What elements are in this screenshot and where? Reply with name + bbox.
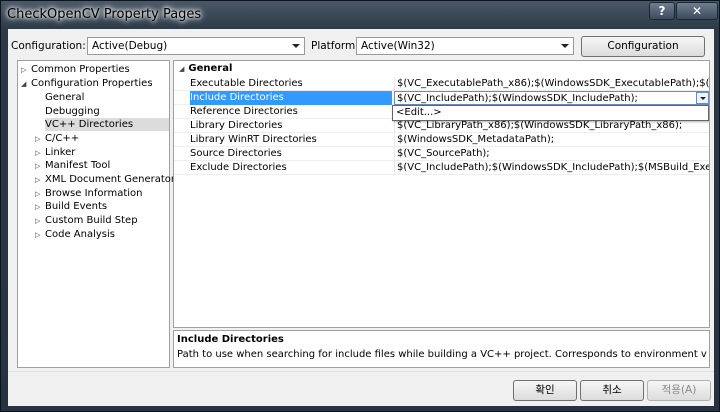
close-button[interactable]: ✕ xyxy=(676,2,718,20)
dialog-window: CheckOpenCV Property Pages ? ✕ Configura… xyxy=(0,0,720,412)
cancel-button[interactable]: 취소 xyxy=(580,380,644,401)
property-row[interactable]: Source Directories $(VC_SourcePath); xyxy=(174,147,709,161)
property-row[interactable]: Library Directories $(VC_LibraryPath_x86… xyxy=(174,119,709,133)
platform-label: Platform: xyxy=(311,40,359,52)
tree-item-vc-directories[interactable]: VC++ Directories xyxy=(45,118,169,131)
expand-icon[interactable]: ▷ xyxy=(21,64,31,77)
tree-item-linker[interactable]: ▷ Linker xyxy=(35,146,75,159)
property-row-selected[interactable]: Include Directories $(VC_IncludePath);$(… xyxy=(174,91,709,105)
configuration-combo[interactable]: Active(Debug) xyxy=(87,37,305,55)
expand-icon[interactable]: ▷ xyxy=(35,160,45,173)
chevron-down-icon xyxy=(288,38,304,54)
divider xyxy=(8,371,714,372)
tree-item-general[interactable]: General xyxy=(45,91,84,104)
tree-item-browse-information[interactable]: ▷ Browse Information xyxy=(35,187,142,200)
property-row[interactable]: Exclude Directories $(VC_IncludePath);$(… xyxy=(174,161,709,175)
property-name: Library Directories xyxy=(190,120,283,131)
tree-item-debugging[interactable]: Debugging xyxy=(45,105,100,118)
tree-item-build-events[interactable]: ▷ Build Events xyxy=(35,200,107,213)
tree-item-xml-document-generator[interactable]: ▷ XML Document Generator xyxy=(35,173,175,186)
property-value-editor[interactable]: $(VC_IncludePath);$(WindowsSDK_IncludePa… xyxy=(394,91,709,105)
collapse-icon[interactable]: ◢ xyxy=(179,65,184,73)
expand-icon[interactable]: ▷ xyxy=(35,215,45,228)
property-name: Reference Directories xyxy=(190,106,298,117)
property-value[interactable]: $(WindowsSDK_MetadataPath); xyxy=(394,133,709,147)
help-button[interactable]: ? xyxy=(649,2,675,20)
tree-item-configuration-properties[interactable]: ◢ Configuration Properties xyxy=(21,77,153,90)
category-general[interactable]: ◢ General xyxy=(179,63,232,74)
expand-icon[interactable]: ▷ xyxy=(35,174,45,187)
configuration-label: Configuration: xyxy=(11,40,86,52)
value-dropdown-list[interactable]: <Edit...> xyxy=(392,105,709,121)
platform-combo[interactable]: Active(Win32) xyxy=(356,37,574,55)
dropdown-item-edit[interactable]: <Edit...> xyxy=(396,107,442,118)
dialog-client: Configuration: Active(Debug) Platform: A… xyxy=(8,29,714,406)
tree-item-c-cpp[interactable]: ▷ C/C++ xyxy=(35,132,79,145)
collapse-icon[interactable]: ◢ xyxy=(21,78,31,91)
property-name: Include Directories xyxy=(190,91,392,105)
ok-button[interactable]: 확인 xyxy=(513,380,577,401)
property-name: Source Directories xyxy=(190,148,282,159)
property-name: Library WinRT Directories xyxy=(190,134,317,145)
expand-icon[interactable]: ▷ xyxy=(35,201,45,214)
property-row[interactable]: Library WinRT Directories $(WindowsSDK_M… xyxy=(174,133,709,147)
tree-item-manifest-tool[interactable]: ▷ Manifest Tool xyxy=(35,159,110,172)
window-title: CheckOpenCV Property Pages xyxy=(7,7,202,22)
property-value[interactable]: $(VC_LibraryPath_x86);$(WindowsSDK_Libra… xyxy=(394,119,709,133)
chevron-down-icon xyxy=(557,38,573,54)
property-row[interactable]: Executable Directories $(VC_ExecutablePa… xyxy=(174,77,709,91)
tree-item-custom-build-step[interactable]: ▷ Custom Build Step xyxy=(35,214,138,227)
expand-icon[interactable]: ▷ xyxy=(35,133,45,146)
configuration-value: Active(Debug) xyxy=(92,40,168,52)
tree-item-code-analysis[interactable]: ▷ Code Analysis xyxy=(35,228,115,241)
description-panel: Include Directories Path to use when sea… xyxy=(173,330,710,368)
tree-item-common-properties[interactable]: ▷ Common Properties xyxy=(21,63,130,76)
chevron-down-icon[interactable] xyxy=(696,92,709,104)
property-tree[interactable]: ▷ Common Properties ◢ Configuration Proper… xyxy=(17,60,175,368)
description-text: Path to use when searching for include f… xyxy=(177,349,707,360)
property-value[interactable]: $(VC_ExecutablePath_x86);$(WindowsSDK_Ex… xyxy=(394,77,709,91)
title-bar[interactable]: CheckOpenCV Property Pages ? ✕ xyxy=(1,1,720,29)
property-value[interactable]: $(VC_IncludePath);$(WindowsSDK_IncludePa… xyxy=(394,161,709,175)
apply-button[interactable]: 적용(A) xyxy=(647,380,711,401)
property-value[interactable]: $(VC_SourcePath); xyxy=(394,147,709,161)
property-grid[interactable]: ◢ General Executable Directories $(VC_Exe… xyxy=(173,60,710,328)
property-name: Executable Directories xyxy=(190,78,303,89)
description-title: Include Directories xyxy=(177,334,284,345)
configuration-manager-button[interactable]: Configuration Manager... xyxy=(581,36,705,71)
property-name: Exclude Directories xyxy=(190,162,287,173)
platform-value: Active(Win32) xyxy=(361,40,435,52)
expand-icon[interactable]: ▷ xyxy=(35,229,45,242)
